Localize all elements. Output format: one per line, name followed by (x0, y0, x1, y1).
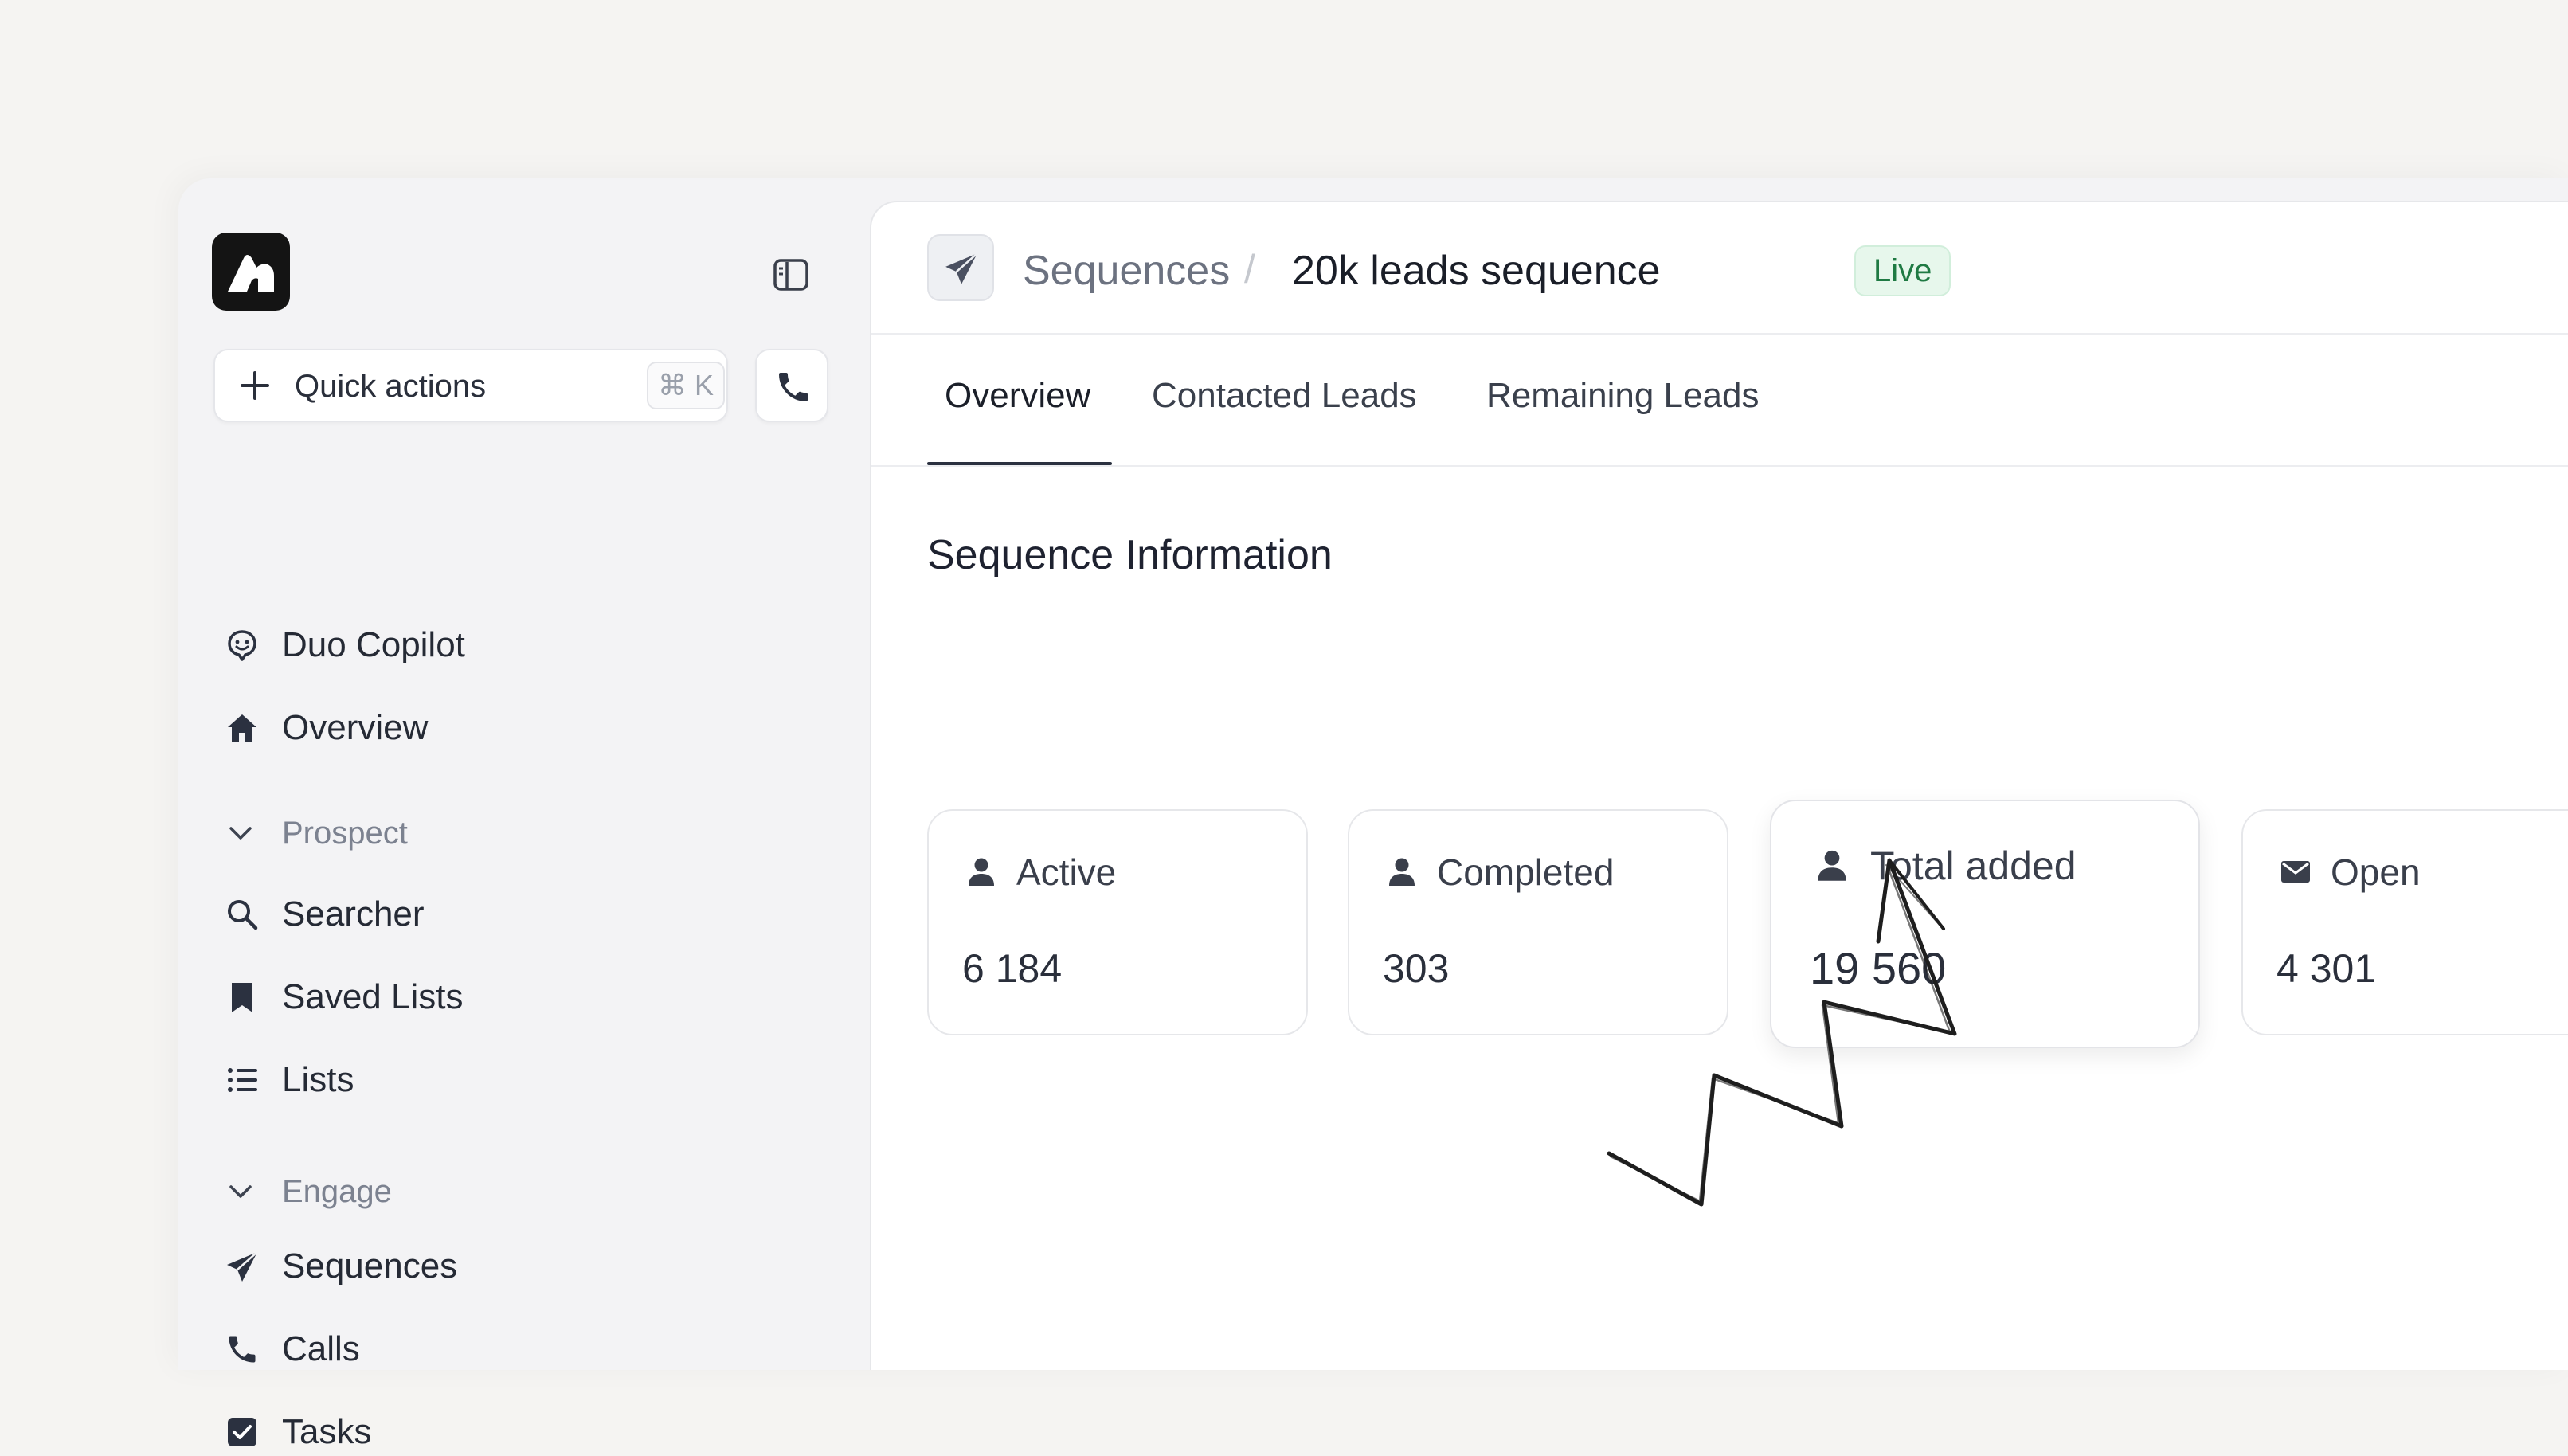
sidebar-item-label: Calls (282, 1329, 360, 1368)
stat-label: Completed (1437, 851, 1615, 893)
sidebar-item-label: Overview (282, 708, 429, 747)
chevron-down-icon (229, 1185, 252, 1198)
phone-icon (229, 1336, 256, 1363)
sidebar-item-label: Duo Copilot (282, 625, 465, 664)
chevron-down-icon (229, 827, 252, 840)
sidebar-item-label: Tasks (282, 1412, 372, 1451)
hand-drawn-arrow-annotation (1607, 858, 1957, 1207)
search-icon (228, 900, 258, 930)
checkbox-icon (228, 1418, 256, 1446)
stat-value: 303 (1383, 946, 1450, 991)
section-header-engage[interactable]: Engage (225, 1168, 703, 1215)
section-title: Prospect (282, 816, 408, 851)
sequence-icon-badge (927, 234, 994, 301)
stat-card-active[interactable]: Active 6 184 (927, 809, 1308, 1035)
stat-label: Open (2331, 851, 2421, 893)
app-window: Quick actions ⌘ K Duo Copilot Overview P… (178, 178, 2568, 1451)
sidebar-item-label: Saved Lists (282, 977, 464, 1016)
status-badge: Live (1854, 245, 1951, 296)
app-logo[interactable] (212, 233, 290, 311)
section-header-prospect[interactable]: Prospect (225, 809, 703, 857)
home-icon (228, 714, 256, 742)
section-title: Engage (282, 1174, 392, 1209)
stat-value: 4 301 (2276, 946, 2377, 991)
tab-overview[interactable]: Overview (945, 374, 1090, 417)
sidebar: Quick actions ⌘ K Duo Copilot Overview P… (178, 178, 867, 1451)
list-icon (228, 1068, 257, 1092)
user-icon (969, 858, 994, 886)
sidebar-item-searcher[interactable]: Searcher (225, 890, 703, 938)
call-button[interactable] (755, 349, 828, 422)
tab-remaining-leads[interactable]: Remaining Leads (1486, 374, 1759, 417)
paper-plane-icon (945, 252, 978, 284)
tab-contacted-leads[interactable]: Contacted Leads (1152, 374, 1417, 417)
stat-value: 6 184 (962, 946, 1063, 991)
sidebar-item-label: Searcher (282, 894, 425, 933)
breadcrumb: Sequences / 20k leads sequence Live (871, 202, 2568, 335)
sidebar-item-calls[interactable]: Calls (225, 1325, 703, 1373)
quick-actions-label: Quick actions (295, 369, 487, 404)
quick-actions-button[interactable]: Quick actions ⌘ K (213, 349, 728, 422)
active-tab-indicator (927, 462, 1112, 465)
sidebar-item-duo-copilot[interactable]: Duo Copilot (225, 621, 703, 669)
sidebar-item-overview[interactable]: Overview (225, 704, 703, 752)
sidebar-item-saved-lists[interactable]: Saved Lists (225, 973, 703, 1021)
stat-card-open[interactable]: Open 4 301 (2241, 809, 2568, 1035)
paper-plane-icon (227, 1251, 258, 1282)
tab-bar: Overview Contacted Leads Remaining Leads (871, 335, 2568, 467)
copilot-icon (228, 630, 256, 661)
logo-mark-icon (228, 255, 274, 292)
section-title: Sequence Information (927, 532, 1333, 578)
breadcrumb-parent-link[interactable]: Sequences (1023, 247, 1230, 295)
page-title: 20k leads sequence (1292, 248, 1661, 294)
sidebar-item-label: Lists (282, 1060, 354, 1099)
plus-icon (241, 371, 269, 400)
bookmark-icon (232, 983, 252, 1012)
user-icon (1389, 858, 1415, 886)
sidebar-item-tasks[interactable]: Tasks (225, 1408, 703, 1456)
phone-icon (779, 373, 808, 401)
sidebar-item-lists[interactable]: Lists (225, 1056, 703, 1104)
sidebar-item-label: Sequences (282, 1247, 458, 1286)
stat-label: Active (1016, 851, 1117, 893)
sidebar-item-sequences[interactable]: Sequences (225, 1243, 703, 1290)
breadcrumb-separator: / (1244, 247, 1255, 292)
keyboard-shortcut-hint: ⌘ K (647, 362, 725, 409)
sidebar-toggle-icon[interactable] (771, 256, 811, 293)
envelope-icon (2281, 861, 2310, 883)
